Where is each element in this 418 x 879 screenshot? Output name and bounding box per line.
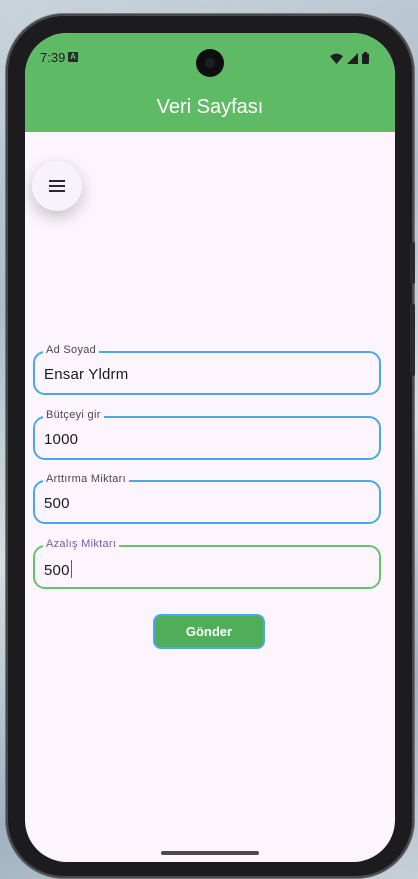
volume-up-button [410, 242, 415, 284]
increase-amount-value: 500 [44, 495, 70, 512]
budget-field-label: Bütçeyi gir [43, 409, 104, 421]
wifi-icon [330, 53, 343, 64]
text-cursor [70, 560, 73, 578]
front-camera [196, 49, 224, 77]
name-field[interactable]: Ad Soyad Ensar Yldrm [33, 344, 381, 395]
name-field-label: Ad Soyad [43, 344, 100, 356]
notification-icon: A [68, 52, 78, 62]
volume-down-button [410, 304, 415, 376]
signal-icon [347, 52, 358, 64]
decrease-amount-text: 500 [44, 562, 70, 579]
budget-field[interactable]: Bütçeyi gir 1000 [33, 409, 381, 460]
name-field-value: Ensar Yldrm [44, 366, 129, 383]
menu-button[interactable] [32, 161, 82, 211]
battery-icon [362, 52, 369, 64]
menu-icon [49, 180, 65, 192]
app-screen: 7:39 A Veri Sayfası Ad Soyad Ensar Yldrm [25, 33, 395, 862]
increase-amount-label: Arttırma Miktarı [43, 473, 129, 485]
decrease-amount-label: Azalış Miktarı [43, 538, 120, 550]
status-time: 7:39 [40, 50, 66, 65]
status-icons [330, 52, 369, 64]
increase-amount-field[interactable]: Arttırma Miktarı 500 [33, 473, 381, 524]
decrease-amount-value: 500 [44, 560, 73, 579]
app-bar: 7:39 A Veri Sayfası [25, 33, 395, 132]
submit-button[interactable]: Gönder [153, 614, 265, 649]
home-indicator[interactable] [161, 851, 259, 855]
budget-field-value: 1000 [44, 431, 79, 448]
page-title: Veri Sayfası [156, 96, 264, 118]
decrease-amount-field[interactable]: Azalış Miktarı 500 [33, 538, 381, 589]
